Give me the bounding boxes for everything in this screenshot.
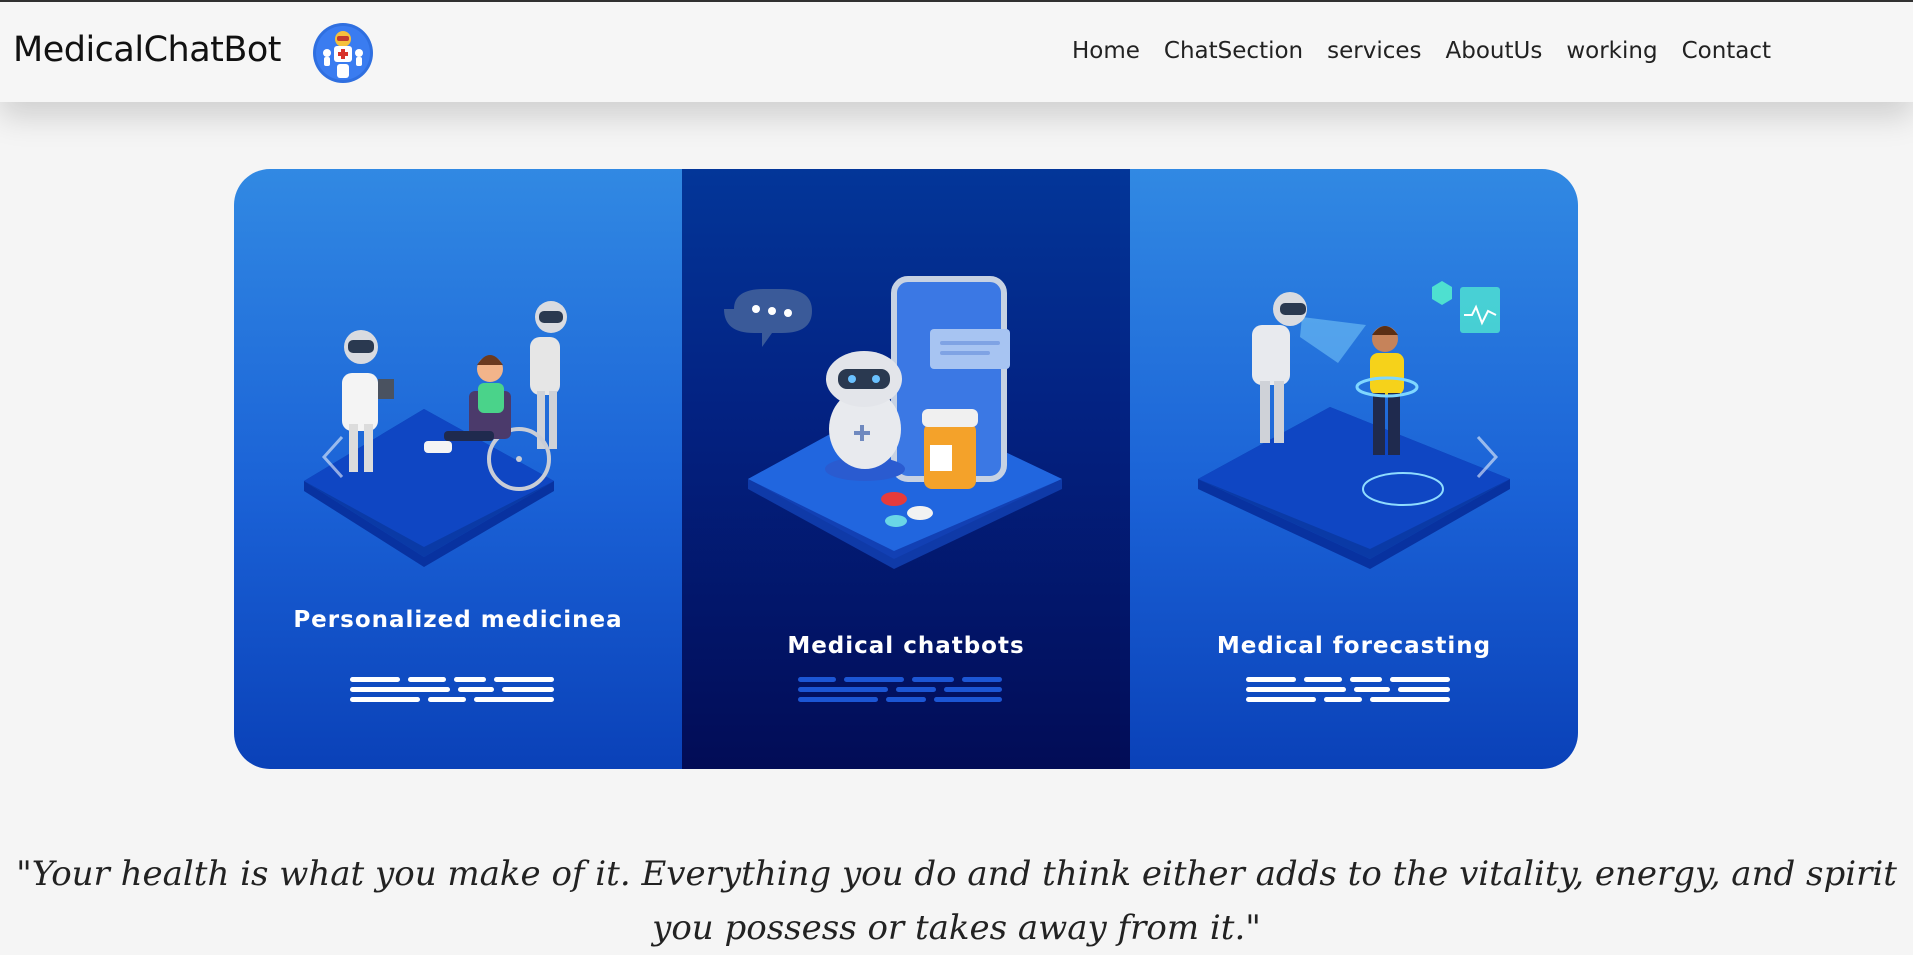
text-placeholder-lines [1246, 677, 1450, 702]
slide-medical-chatbots: Medical chatbots [682, 169, 1130, 769]
nav-home-link[interactable]: Home [1072, 38, 1140, 64]
nav-services-link[interactable]: services [1327, 38, 1421, 64]
brand-name[interactable]: MedicalChatBot [13, 30, 282, 70]
nav-chatsection-link[interactable]: ChatSection [1164, 38, 1303, 64]
slide-title: Personalized medicinea [293, 607, 623, 633]
medical-forecasting-illustration [1198, 281, 1510, 702]
nav-contact-link[interactable]: Contact [1682, 38, 1771, 64]
nav-aboutus-link[interactable]: AboutUs [1446, 38, 1543, 64]
health-quote: "Your health is what you make of it. Eve… [16, 854, 1897, 948]
nav-menu: Home ChatSection services AboutUs workin… [1072, 38, 1795, 64]
text-placeholder-lines [350, 677, 554, 702]
services-carousel: Personalized medicinea Medical chatbots … [234, 169, 1578, 769]
slide-personalized-medicine: Personalized medicinea [234, 169, 682, 769]
nav-working-link[interactable]: working [1566, 38, 1657, 64]
slide-title: Medical forecasting [1216, 633, 1492, 659]
navbar: MedicalChatBot Home ChatSection services… [0, 2, 1913, 102]
personalized-medicine-illustration [304, 301, 567, 702]
medical-chatbots-illustration [724, 276, 1062, 702]
text-placeholder-lines [798, 677, 1002, 702]
medical-bot-logo-icon[interactable] [312, 22, 374, 84]
slide-medical-forecasting: Medical forecasting [1130, 169, 1578, 769]
slide-title: Medical chatbots [787, 633, 1025, 659]
